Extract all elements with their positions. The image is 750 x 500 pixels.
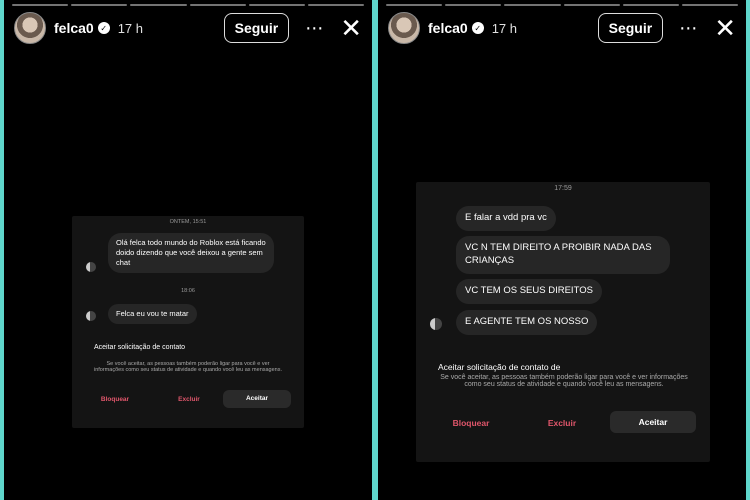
avatar[interactable]: [388, 12, 420, 44]
verified-icon: ✓: [471, 22, 484, 34]
sender-avatar: [430, 318, 442, 330]
avatar[interactable]: [14, 12, 46, 44]
username[interactable]: felca0: [428, 20, 468, 36]
progress-segment: [681, 4, 739, 6]
progress-segment: [307, 4, 365, 6]
story-panel-right: felca0 ✓ 17 h Seguir ⋯ ✕ 17:59 E falar a…: [378, 0, 746, 500]
message-timestamp: 17:59: [554, 185, 572, 192]
message-bubble: Olá felca todo mundo do Roblox está fica…: [108, 233, 274, 274]
message-timestamp: ONTEM, 15:51: [169, 219, 207, 225]
story-header: felca0 ✓ 17 h Seguir ⋯ ✕: [388, 12, 736, 44]
more-options-icon[interactable]: ⋯: [305, 18, 324, 39]
progress-segment: [504, 4, 561, 6]
message-timestamp: 18:06: [181, 288, 195, 294]
request-description: Se você aceitar, as pessoas também poder…: [93, 361, 283, 373]
request-title: Aceitar solicitação de contato de: [438, 362, 561, 372]
dm-screenshot: 17:59 E falar a vdd pra vc VC N TEM DIRE…: [416, 182, 710, 462]
dm-screenshot: ONTEM, 15:51 Olá felca todo mundo do Rob…: [72, 216, 304, 428]
close-icon[interactable]: ✕: [714, 15, 736, 41]
message-bubble: VC N TEM DIREITO A PROIBIR NADA DAS CRIA…: [456, 236, 670, 274]
accept-button[interactable]: Aceitar: [223, 390, 291, 408]
story-panel-left: felca0 ✓ 17 h Seguir ⋯ ✕ ONTEM, 15:51 Ol…: [4, 0, 372, 500]
follow-button[interactable]: Seguir: [223, 13, 290, 43]
message-bubble: E falar a vdd pra vc: [456, 206, 556, 231]
story-progress-bar: [12, 4, 365, 6]
story-header: felca0 ✓ 17 h Seguir ⋯ ✕: [14, 12, 362, 44]
message-bubble: Felca eu vou te matar: [108, 304, 197, 325]
verified-icon: ✓: [97, 22, 110, 34]
progress-segment: [445, 4, 502, 6]
story-progress-bar: [386, 4, 739, 6]
message-bubble: E AGENTE TEM OS NOSSO: [456, 310, 598, 335]
sender-avatar: [86, 311, 96, 321]
more-options-icon[interactable]: ⋯: [679, 18, 698, 39]
close-icon[interactable]: ✕: [340, 15, 362, 41]
progress-segment: [71, 4, 128, 6]
accept-button[interactable]: Aceitar: [610, 411, 696, 433]
progress-segment: [563, 4, 620, 6]
follow-button[interactable]: Seguir: [597, 13, 664, 43]
post-time: 17 h: [491, 20, 518, 36]
block-button[interactable]: Bloquear: [438, 418, 504, 428]
progress-segment: [248, 4, 305, 6]
delete-button[interactable]: Excluir: [164, 396, 214, 403]
block-button[interactable]: Bloquear: [90, 396, 140, 403]
username[interactable]: felca0: [54, 20, 94, 36]
sender-avatar: [86, 262, 96, 272]
progress-segment: [622, 4, 679, 6]
delete-button[interactable]: Excluir: [534, 418, 590, 428]
progress-segment: [386, 4, 443, 6]
message-bubble: VC TEM OS SEUS DIREITOS: [456, 279, 602, 304]
progress-segment: [130, 4, 187, 6]
request-title: Aceitar solicitação de contato: [94, 344, 186, 351]
progress-segment: [12, 4, 69, 6]
request-description: Se você aceitar, as pessoas também poder…: [440, 374, 688, 388]
post-time: 17 h: [117, 20, 144, 36]
progress-segment: [189, 4, 246, 6]
